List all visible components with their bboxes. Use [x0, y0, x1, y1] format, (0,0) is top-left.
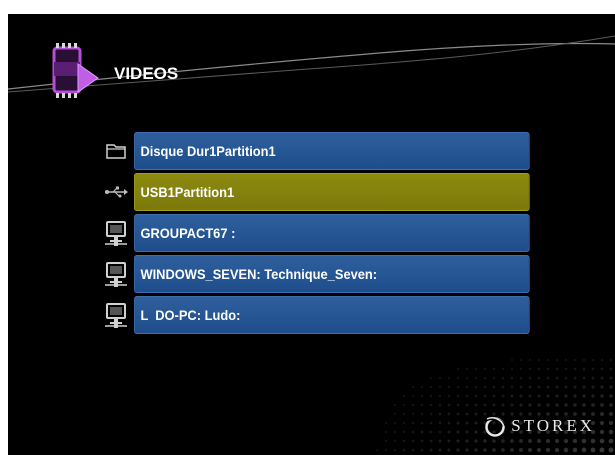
source-item-label[interactable]: GROUPACT67 :	[134, 214, 530, 252]
source-item-label[interactable]: Disque Dur1Partition1	[134, 132, 530, 170]
source-item[interactable]: WINDOWS_SEVEN: Technique_Seven:	[100, 255, 570, 293]
storex-logo-icon	[485, 417, 506, 437]
source-list: Disque Dur1Partition1 USB1Partition1 GROUP…	[100, 132, 570, 337]
storex-logo: STOREX	[483, 415, 595, 437]
source-item[interactable]: USB1Partition1	[100, 173, 570, 211]
source-item-label[interactable]: WINDOWS_SEVEN: Technique_Seven:	[134, 255, 530, 293]
decorative-dot-pattern	[375, 358, 614, 453]
page-title: VIDEOS	[114, 64, 179, 83]
folder-icon	[100, 132, 132, 170]
brand-name: STOREX	[511, 416, 595, 435]
network-computer-icon	[100, 214, 132, 252]
usb-icon	[100, 173, 132, 211]
source-item[interactable]: L DO-PC: Ludo:	[100, 296, 570, 334]
source-item-label[interactable]: L DO-PC: Ludo:	[134, 296, 530, 334]
network-computer-icon	[100, 255, 132, 293]
video-film-play-icon	[52, 43, 99, 98]
source-item[interactable]: Disque Dur1Partition1	[100, 132, 570, 170]
source-item[interactable]: GROUPACT67 :	[100, 214, 570, 252]
media-browser-screen: VIDEOS Disque Dur1Partition1 USB1Partitio…	[8, 14, 615, 455]
source-item-label[interactable]: USB1Partition1	[134, 173, 530, 211]
network-computer-icon	[100, 296, 132, 334]
